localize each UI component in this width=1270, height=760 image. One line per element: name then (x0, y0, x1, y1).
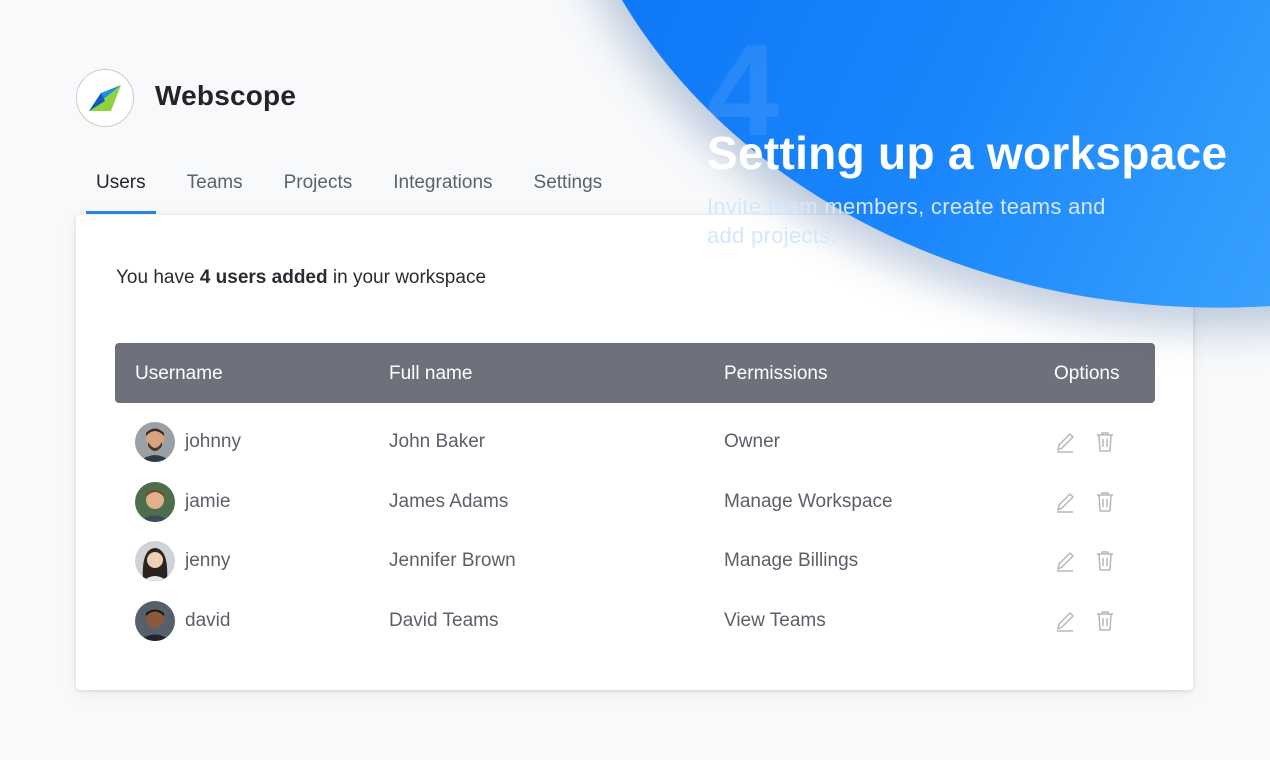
header-username: Username (135, 363, 223, 384)
tab-settings[interactable]: Settings (524, 166, 613, 208)
trash-icon[interactable] (1094, 490, 1116, 514)
promo-subtitle: Invite team members, create teams and ad… (707, 194, 1106, 248)
table-row[interactable]: johnny John Baker Owner (115, 416, 1155, 476)
permission: Owner (724, 431, 780, 452)
edit-icon[interactable] (1054, 490, 1076, 514)
tab-users[interactable]: Users (86, 166, 156, 214)
webscope-logo-icon (89, 85, 121, 111)
brand-name: Webscope (155, 80, 297, 111)
avatar (135, 422, 175, 462)
tab-integrations[interactable]: Integrations (383, 166, 502, 208)
table-row[interactable]: david David Teams View Teams (115, 595, 1155, 655)
trash-icon[interactable] (1094, 430, 1116, 454)
header-permissions: Permissions (724, 363, 828, 384)
table-row[interactable]: jenny Jennifer Brown Manage Billings (115, 535, 1155, 595)
webscope-logo (76, 69, 134, 127)
avatar (135, 482, 175, 522)
avatar (135, 601, 175, 641)
header-full-name: Full name (389, 363, 473, 384)
username: jamie (185, 491, 231, 512)
username: david (185, 610, 231, 631)
summary-highlight: 4 users added (199, 267, 328, 288)
permission: Manage Billings (724, 550, 859, 571)
edit-icon[interactable] (1054, 549, 1076, 573)
trash-icon[interactable] (1094, 549, 1116, 573)
edit-icon[interactable] (1054, 609, 1076, 633)
username: johnny (185, 431, 241, 452)
full-name: David Teams (389, 610, 499, 631)
tab-teams[interactable]: Teams (177, 166, 253, 208)
table-header: Username Full name Permissions Options (115, 343, 1155, 403)
full-name: Jennifer Brown (389, 550, 516, 571)
table-row[interactable]: jamie James Adams Manage Workspace (115, 476, 1155, 536)
username: jenny (185, 550, 231, 571)
tab-projects[interactable]: Projects (274, 166, 363, 208)
trash-icon[interactable] (1094, 609, 1116, 633)
header-options: Options (1054, 363, 1120, 384)
summary-prefix: You have (116, 267, 200, 288)
promo-title: Setting up a workspace (707, 127, 1228, 179)
permission: View Teams (724, 610, 826, 631)
avatar (135, 541, 175, 581)
users-summary: You have 4 users added in your workspace (116, 267, 486, 289)
tab-bar: Users Teams Projects Integrations Settin… (86, 166, 633, 214)
users-card: You have 4 users added in your workspace… (76, 215, 1193, 690)
full-name: James Adams (389, 491, 509, 512)
edit-icon[interactable] (1054, 430, 1076, 454)
summary-suffix: in your workspace (327, 267, 487, 288)
permission: Manage Workspace (724, 491, 893, 512)
full-name: John Baker (389, 431, 486, 452)
